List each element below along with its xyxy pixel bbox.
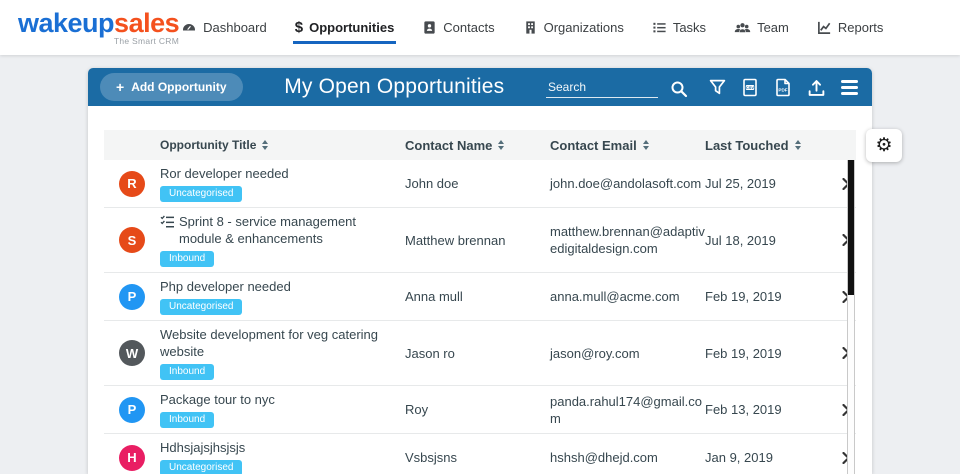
contact-email: panda.rahul174@gmail.com — [550, 393, 702, 426]
plus-icon: + — [116, 79, 125, 95]
last-touched: Jul 25, 2019 — [705, 176, 776, 191]
column-header-contact-email[interactable]: Contact Email — [550, 137, 705, 154]
last-touched: Feb 19, 2019 — [705, 345, 782, 361]
top-navbar: wakeupsales The Smart CRM Dashboard $ Op… — [0, 0, 960, 55]
contact-email: anna.mull@acme.com — [550, 289, 680, 304]
avatar: S — [119, 227, 145, 253]
pdf-export-icon[interactable]: PDF — [774, 78, 792, 97]
category-tag: Uncategorised — [160, 460, 243, 474]
contact-name: Matthew brennan — [405, 232, 506, 248]
avatar: P — [119, 396, 145, 423]
table-header-row: Opportunity Title Contact Name Contact E… — [104, 130, 856, 160]
table-row[interactable]: P Package tour to nyc Inbound Roy panda.… — [104, 386, 856, 434]
category-tag: Uncategorised — [160, 186, 243, 202]
contact-name: Anna mull — [405, 289, 463, 304]
last-touched: Feb 13, 2019 — [705, 402, 782, 417]
category-tag: Inbound — [160, 364, 215, 380]
brand-logo[interactable]: wakeupsales The Smart CRM — [18, 7, 180, 46]
contact-name: Jason ro — [405, 345, 455, 361]
sort-icon[interactable] — [498, 140, 505, 150]
opportunity-title[interactable]: Hdhsjajsjhsjsjs — [160, 439, 245, 456]
opportunities-panel: + Add Opportunity My Open Opportunities … — [88, 68, 872, 474]
table-body: R Ror developer needed Uncategorised Joh… — [104, 160, 856, 474]
contact-email: hshsh@dhejd.com — [550, 450, 658, 465]
sort-icon[interactable] — [642, 140, 649, 150]
task-list-icon — [160, 215, 174, 228]
add-opportunity-button[interactable]: + Add Opportunity — [100, 73, 243, 101]
tasks-icon — [653, 22, 666, 33]
reports-icon — [817, 21, 831, 34]
scrollbar-thumb[interactable] — [848, 160, 854, 295]
upload-icon[interactable] — [807, 78, 826, 97]
contact-name: Vsbsjsns — [405, 450, 458, 465]
contact-email: matthew.brennan@adaptivedigitaldesign.co… — [550, 224, 705, 256]
nav-item-team[interactable]: Team — [732, 11, 791, 44]
table-row[interactable]: S Sprint 8 - service management module &… — [104, 208, 856, 273]
avatar: W — [119, 340, 145, 366]
dashboard-icon — [183, 23, 196, 30]
nav-item-reports[interactable]: Reports — [815, 11, 886, 44]
opportunity-title[interactable]: Ror developer needed — [160, 165, 289, 182]
nav-item-tasks[interactable]: Tasks — [650, 11, 708, 44]
svg-text:CSV: CSV — [746, 84, 755, 89]
opportunity-title[interactable]: Php developer needed — [160, 278, 291, 295]
table-row[interactable]: P Php developer needed Uncategorised Ann… — [104, 273, 856, 321]
search-group — [546, 76, 688, 98]
toolbar: CSV PDF — [546, 76, 858, 98]
contact-name: Roy — [405, 402, 429, 417]
table-row[interactable]: R Ror developer needed Uncategorised Joh… — [104, 160, 856, 208]
column-header-opportunity-title[interactable]: Opportunity Title — [160, 138, 405, 152]
nav-item-opportunities[interactable]: $ Opportunities — [292, 11, 397, 44]
page-title: My Open Opportunities — [284, 75, 505, 98]
category-tag: Inbound — [160, 251, 215, 267]
contact-email: john.doe@andolasoft.com — [550, 176, 702, 191]
menu-icon[interactable] — [841, 79, 858, 95]
last-touched: Jul 18, 2019 — [705, 232, 776, 248]
avatar: R — [119, 170, 145, 197]
nav-item-dashboard[interactable]: Dashboard — [179, 11, 269, 45]
main-nav: Dashboard $ Opportunities Contacts Organ… — [179, 11, 885, 45]
sort-icon[interactable] — [262, 140, 269, 150]
settings-gear-button[interactable]: ⚙ — [866, 129, 902, 162]
last-touched: Jan 9, 2019 — [705, 450, 773, 465]
category-tag: Inbound — [160, 412, 215, 428]
avatar: H — [119, 444, 145, 471]
csv-export-icon[interactable]: CSV — [741, 78, 759, 97]
column-header-last-touched[interactable]: Last Touched — [705, 138, 832, 153]
filter-icon[interactable] — [709, 79, 726, 96]
panel-header: + Add Opportunity My Open Opportunities … — [88, 68, 872, 106]
nav-item-organizations[interactable]: Organizations — [521, 11, 626, 44]
team-icon — [734, 23, 751, 33]
contact-name: John doe — [405, 176, 459, 191]
avatar: P — [119, 283, 145, 310]
opportunity-title[interactable]: Sprint 8 - service management module & e… — [179, 213, 395, 247]
table-row[interactable]: H Hdhsjajsjhsjsjs Uncategorised Vsbsjsns… — [104, 434, 856, 474]
table-row[interactable]: W Website development for veg catering w… — [104, 321, 856, 386]
opportunity-title[interactable]: Package tour to nyc — [160, 391, 275, 408]
contact-email: jason@roy.com — [550, 345, 640, 361]
contacts-icon — [424, 21, 435, 34]
brand-wordmark: wakeupsales — [18, 7, 180, 38]
last-touched: Feb 19, 2019 — [705, 289, 782, 304]
search-input[interactable] — [546, 76, 658, 98]
opportunities-dollar-icon: $ — [294, 18, 304, 36]
organizations-icon — [525, 21, 535, 34]
nav-item-contacts[interactable]: Contacts — [420, 11, 496, 44]
column-header-contact-name[interactable]: Contact Name — [405, 138, 550, 153]
gear-icon: ⚙ — [875, 134, 893, 156]
opportunities-table: Opportunity Title Contact Name Contact E… — [104, 130, 856, 474]
vertical-scrollbar[interactable] — [847, 160, 855, 474]
opportunity-title[interactable]: Website development for veg catering web… — [160, 326, 395, 360]
sort-icon[interactable] — [794, 140, 801, 150]
category-tag: Uncategorised — [160, 299, 243, 315]
svg-text:PDF: PDF — [778, 87, 787, 92]
search-icon[interactable] — [670, 80, 688, 98]
